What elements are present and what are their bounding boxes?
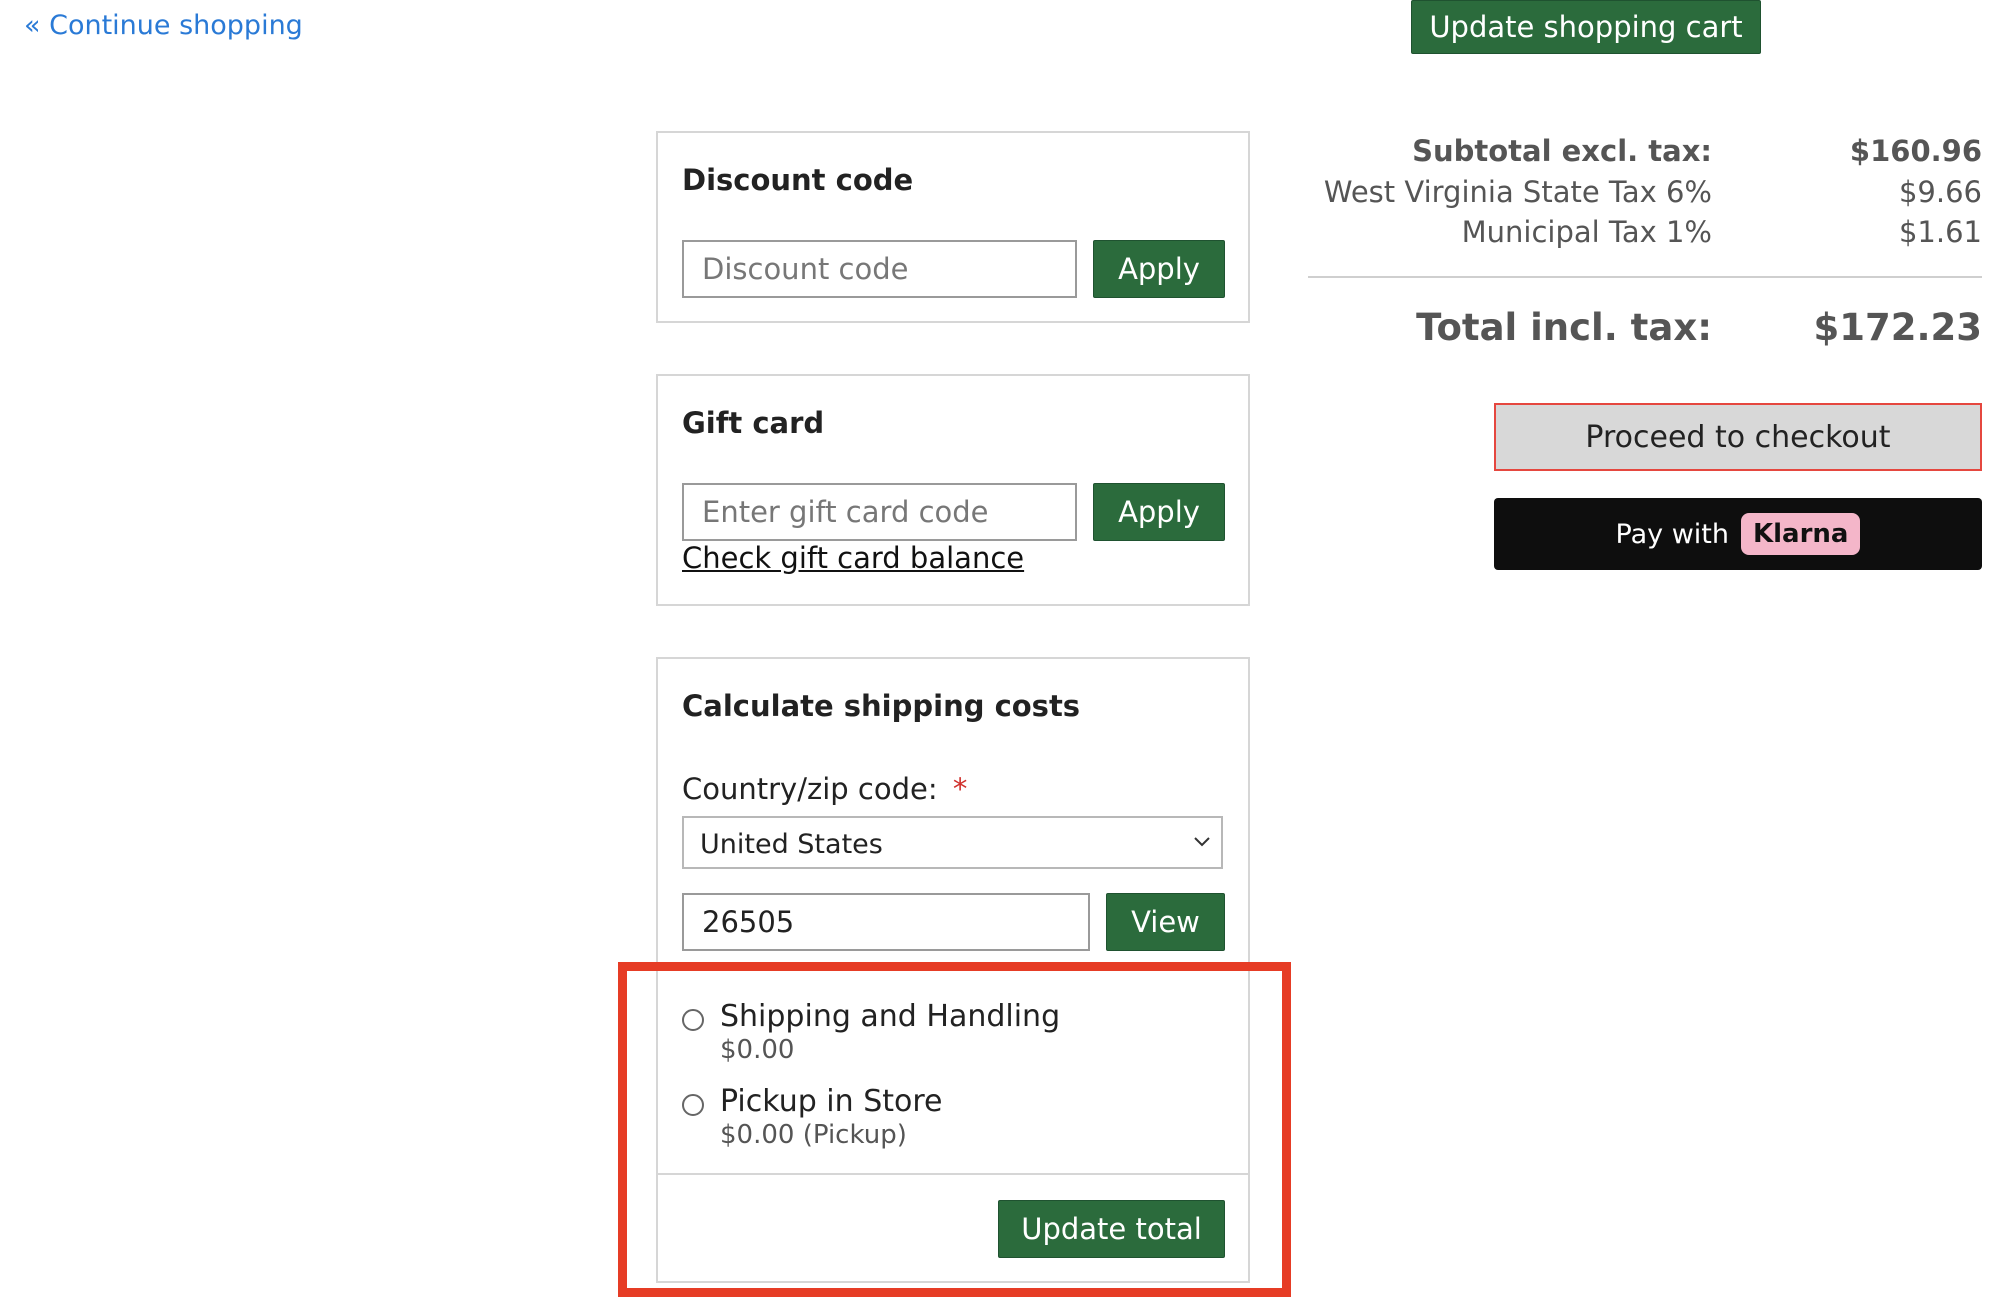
- municipal-tax-value: $1.61: [1898, 215, 1982, 249]
- municipal-tax-label: Municipal Tax 1%: [1461, 215, 1712, 249]
- state-tax-value: $9.66: [1898, 175, 1982, 209]
- discount-code-panel: Discount code Apply: [656, 131, 1250, 323]
- gift-card-title: Gift card: [682, 406, 825, 440]
- required-mark: *: [952, 772, 968, 806]
- country-select[interactable]: United States: [682, 816, 1223, 869]
- shipping-title: Calculate shipping costs: [682, 689, 1081, 723]
- shipping-handling-price: $0.00: [720, 1035, 795, 1065]
- discount-code-title: Discount code: [682, 163, 914, 197]
- shipping-panel: Calculate shipping costs Country/zip cod…: [656, 657, 1250, 1283]
- pay-with-klarna-button[interactable]: Pay with Klarna: [1494, 498, 1982, 570]
- klarna-prefix-text: Pay with: [1615, 518, 1729, 550]
- update-total-button[interactable]: Update total: [998, 1200, 1225, 1258]
- subtotal-label: Subtotal excl. tax:: [1412, 134, 1712, 168]
- update-shopping-cart-button[interactable]: Update shopping cart: [1411, 0, 1761, 54]
- check-gift-card-balance-link[interactable]: Check gift card balance: [682, 541, 1024, 575]
- country-zip-label-text: Country/zip code:: [682, 772, 938, 806]
- gift-card-apply-button[interactable]: Apply: [1093, 483, 1225, 541]
- pickup-in-store-name: Pickup in Store: [720, 1084, 943, 1119]
- chevron-down-icon: [1194, 837, 1210, 847]
- zip-code-input[interactable]: [682, 893, 1090, 951]
- continue-shopping-link[interactable]: « Continue shopping: [24, 10, 303, 41]
- discount-code-input[interactable]: [682, 240, 1077, 298]
- country-selected-value: United States: [700, 829, 883, 860]
- discount-apply-button[interactable]: Apply: [1093, 240, 1225, 298]
- gift-card-panel: Gift card Apply Check gift card balance: [656, 374, 1250, 606]
- shipping-divider: [658, 1173, 1248, 1175]
- country-zip-label: Country/zip code: *: [682, 772, 967, 806]
- klarna-logo-icon: Klarna: [1740, 513, 1861, 555]
- view-shipping-button[interactable]: View: [1106, 893, 1225, 951]
- proceed-to-checkout-button[interactable]: Proceed to checkout: [1494, 403, 1982, 471]
- state-tax-label: West Virginia State Tax 6%: [1323, 175, 1712, 209]
- gift-card-input[interactable]: [682, 483, 1077, 541]
- shipping-option-shipping-handling[interactable]: Shipping and Handling $0.00: [682, 999, 1222, 1069]
- summary-divider: [1308, 276, 1982, 278]
- total-value: $172.23: [1813, 306, 1982, 349]
- subtotal-value: $160.96: [1849, 134, 1982, 168]
- pickup-in-store-radio[interactable]: [682, 1094, 704, 1116]
- shipping-handling-radio[interactable]: [682, 1009, 704, 1031]
- shipping-handling-name: Shipping and Handling: [720, 999, 1061, 1034]
- total-label: Total incl. tax:: [1416, 306, 1712, 349]
- proceed-to-checkout-label: Proceed to checkout: [1585, 419, 1891, 455]
- pickup-in-store-price: $0.00 (Pickup): [720, 1120, 907, 1150]
- shipping-option-pickup-in-store[interactable]: Pickup in Store $0.00 (Pickup): [682, 1084, 1222, 1154]
